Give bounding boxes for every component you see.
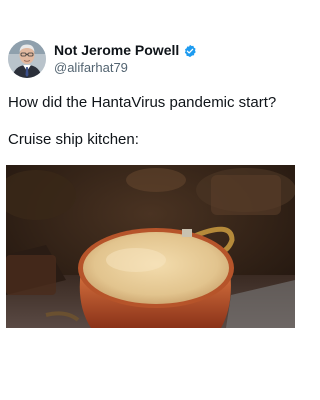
post-text-line-1: How did the HantaVirus pandemic start? <box>8 94 277 111</box>
display-name[interactable]: Not Jerome Powell <box>54 42 179 59</box>
tweet-post: Not Jerome Powell @alifarhat79 How did t… <box>0 0 300 400</box>
post-text-line-2: Cruise ship kitchen: <box>8 131 139 148</box>
display-name-row: Not Jerome Powell <box>54 42 197 59</box>
post-header: Not Jerome Powell @alifarhat79 <box>8 40 197 78</box>
author-names: Not Jerome Powell @alifarhat79 <box>54 42 197 76</box>
handle[interactable]: @alifarhat79 <box>54 59 197 76</box>
avatar-portrait-icon <box>8 40 46 78</box>
avatar[interactable] <box>8 40 46 78</box>
soup-pot-image <box>6 165 295 328</box>
post-media-image[interactable] <box>6 165 295 328</box>
verified-badge-icon <box>183 44 197 58</box>
